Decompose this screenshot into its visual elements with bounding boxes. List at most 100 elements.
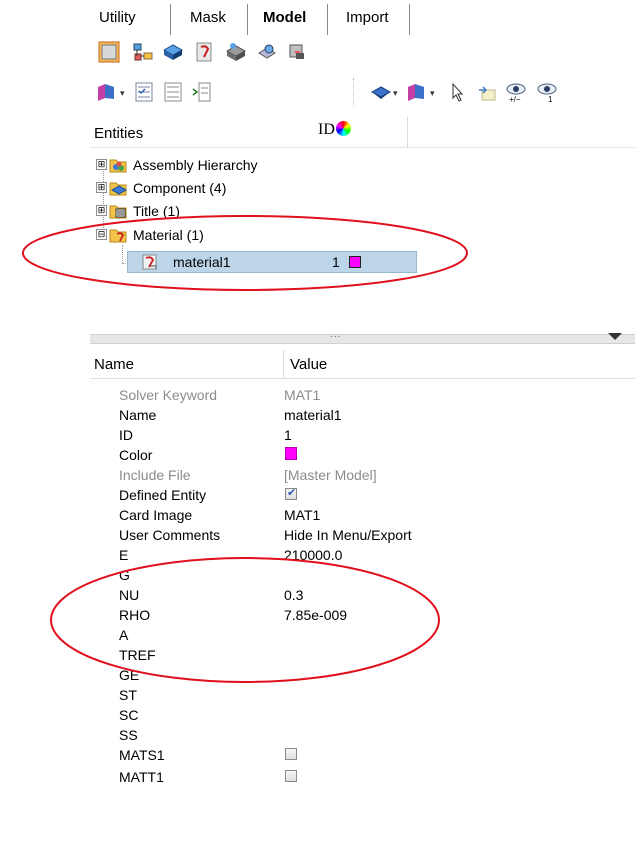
property-value: MAT1 xyxy=(284,387,321,403)
property-table-header: Name Value xyxy=(90,350,635,379)
value-column-header[interactable]: Value xyxy=(290,356,327,373)
tree-item-component[interactable]: ⊞ Component (4) xyxy=(93,177,635,199)
assembly-icon xyxy=(109,156,127,174)
expand-list-icon[interactable] xyxy=(191,81,213,103)
chevron-down-icon[interactable]: ▾ xyxy=(120,88,125,99)
tree-item-assembly-hierarchy[interactable]: ⊞ Assembly Hierarchy xyxy=(93,154,635,176)
property-value[interactable]: Hide In Menu/Export xyxy=(284,527,412,543)
component-icon[interactable] xyxy=(162,41,184,63)
toolbar-entities xyxy=(90,36,635,72)
property-value[interactable]: 210000.0 xyxy=(284,547,342,563)
property-row-ss[interactable]: SS xyxy=(90,725,635,745)
property-row-nu[interactable]: NU 0.3 xyxy=(90,585,635,605)
list-icon[interactable] xyxy=(162,81,184,103)
entity-square-icon[interactable] xyxy=(98,41,120,63)
chevron-down-icon[interactable]: ▾ xyxy=(430,88,435,99)
property-row-a[interactable]: A xyxy=(90,625,635,645)
mats1-checkbox[interactable] xyxy=(285,748,297,760)
property-row-mats1[interactable]: MATS1 xyxy=(90,745,635,765)
tab-import[interactable]: Import xyxy=(346,9,389,26)
title-icon xyxy=(109,202,127,220)
collapse-icon[interactable]: ⊟ xyxy=(96,229,107,240)
property-row-name[interactable]: Name material1 xyxy=(90,405,635,425)
property-row-e[interactable]: E 210000.0 xyxy=(90,545,635,565)
tab-utility[interactable]: Utility xyxy=(99,9,136,26)
matt1-checkbox[interactable] xyxy=(285,770,297,782)
panel-splitter[interactable] xyxy=(90,334,635,344)
property-row-rho[interactable]: RHO 7.85e-009 xyxy=(90,605,635,625)
property-row-matt1[interactable]: MATT1 xyxy=(90,767,635,787)
view-cube-icon[interactable] xyxy=(95,81,117,103)
view-orient-icon[interactable] xyxy=(405,81,427,103)
property-name: Solver Keyword xyxy=(119,387,218,403)
property-name: Include File xyxy=(119,467,191,483)
property-value[interactable]: MAT1 xyxy=(284,507,320,523)
property-row-include-file[interactable]: Include File [Master Model] xyxy=(90,465,635,485)
display-mode-icon[interactable] xyxy=(370,81,392,103)
property-name: ID xyxy=(119,427,133,443)
property-name: TREF xyxy=(119,647,156,663)
property-row-g[interactable]: G xyxy=(90,565,635,585)
property-name: MATS1 xyxy=(119,747,165,763)
property-name: A xyxy=(119,627,129,643)
property-value: [Master Model] xyxy=(284,467,377,483)
column-separator xyxy=(407,117,408,147)
color-wheel-icon[interactable] xyxy=(336,121,351,136)
expand-icon[interactable]: ⊞ xyxy=(96,159,107,170)
tab-mask[interactable]: Mask xyxy=(190,9,226,26)
chevron-down-icon[interactable] xyxy=(608,333,622,340)
property-value[interactable]: 7.85e-009 xyxy=(284,607,347,623)
name-column-header[interactable]: Name xyxy=(94,356,134,373)
property-name: MATT1 xyxy=(119,769,164,785)
property-row-sc[interactable]: SC xyxy=(90,705,635,725)
property-value[interactable]: 0.3 xyxy=(284,587,303,603)
property-row-defined-entity[interactable]: Defined Entity xyxy=(90,485,635,505)
property-name: G xyxy=(119,567,130,583)
show-hide-icon[interactable]: +/− xyxy=(505,81,527,107)
property-row-color[interactable]: Color xyxy=(90,445,635,465)
expand-icon[interactable]: ⊞ xyxy=(96,205,107,216)
property-name: Card Image xyxy=(119,507,193,523)
property-icon[interactable] xyxy=(225,41,247,63)
tab-model[interactable]: Model xyxy=(263,9,306,26)
property-row-solver-keyword[interactable]: Solver Keyword MAT1 xyxy=(90,385,635,405)
column-separator[interactable] xyxy=(283,350,284,378)
tree-item-label: Component (4) xyxy=(133,180,227,196)
tree-item-material1[interactable]: material1 1 xyxy=(93,251,635,273)
property-value[interactable]: 1 xyxy=(284,427,292,443)
tab-separator xyxy=(327,4,328,35)
splitter-grip: ... xyxy=(330,329,342,340)
property-row-ge[interactable]: GE xyxy=(90,665,635,685)
checked-list-icon[interactable] xyxy=(133,81,155,103)
material-icon[interactable] xyxy=(194,41,216,63)
material-icon xyxy=(141,253,159,271)
tree-item-label: Material (1) xyxy=(133,227,204,243)
isolate-icon[interactable] xyxy=(476,81,498,103)
color-swatch[interactable] xyxy=(285,447,297,460)
property-name: RHO xyxy=(119,607,151,623)
property-name: SC xyxy=(119,707,139,723)
property-row-card-image[interactable]: Card Image MAT1 xyxy=(90,505,635,525)
component-icon xyxy=(109,179,128,197)
show-only-label: 1 xyxy=(548,95,553,104)
defined-entity-checkbox[interactable] xyxy=(285,486,297,500)
property-value[interactable]: material1 xyxy=(284,407,342,423)
property-row-st[interactable]: ST xyxy=(90,685,635,705)
show-hide-label: +/− xyxy=(509,95,521,104)
tree-item-title[interactable]: ⊞ Title (1) xyxy=(93,200,635,222)
property-row-id[interactable]: ID 1 xyxy=(90,425,635,445)
property-row-tref[interactable]: TREF xyxy=(90,645,635,665)
entities-column-header[interactable]: Entities xyxy=(94,125,143,142)
system-icon[interactable] xyxy=(286,41,308,63)
entities-header: Entities ID xyxy=(90,117,635,148)
show-only-icon[interactable]: 1 xyxy=(536,81,558,107)
material-color-swatch[interactable] xyxy=(349,256,361,268)
hierarchy-icon[interactable] xyxy=(132,41,154,63)
property-row-user-comments[interactable]: User Comments Hide In Menu/Export xyxy=(90,525,635,545)
chevron-down-icon[interactable]: ▾ xyxy=(393,88,398,99)
load-collector-icon[interactable] xyxy=(256,41,278,63)
cursor-icon[interactable] xyxy=(447,81,469,103)
tree-item-material[interactable]: ⊟ Material (1) xyxy=(93,224,635,246)
id-column-header[interactable]: ID xyxy=(318,121,335,139)
expand-icon[interactable]: ⊞ xyxy=(96,182,107,193)
